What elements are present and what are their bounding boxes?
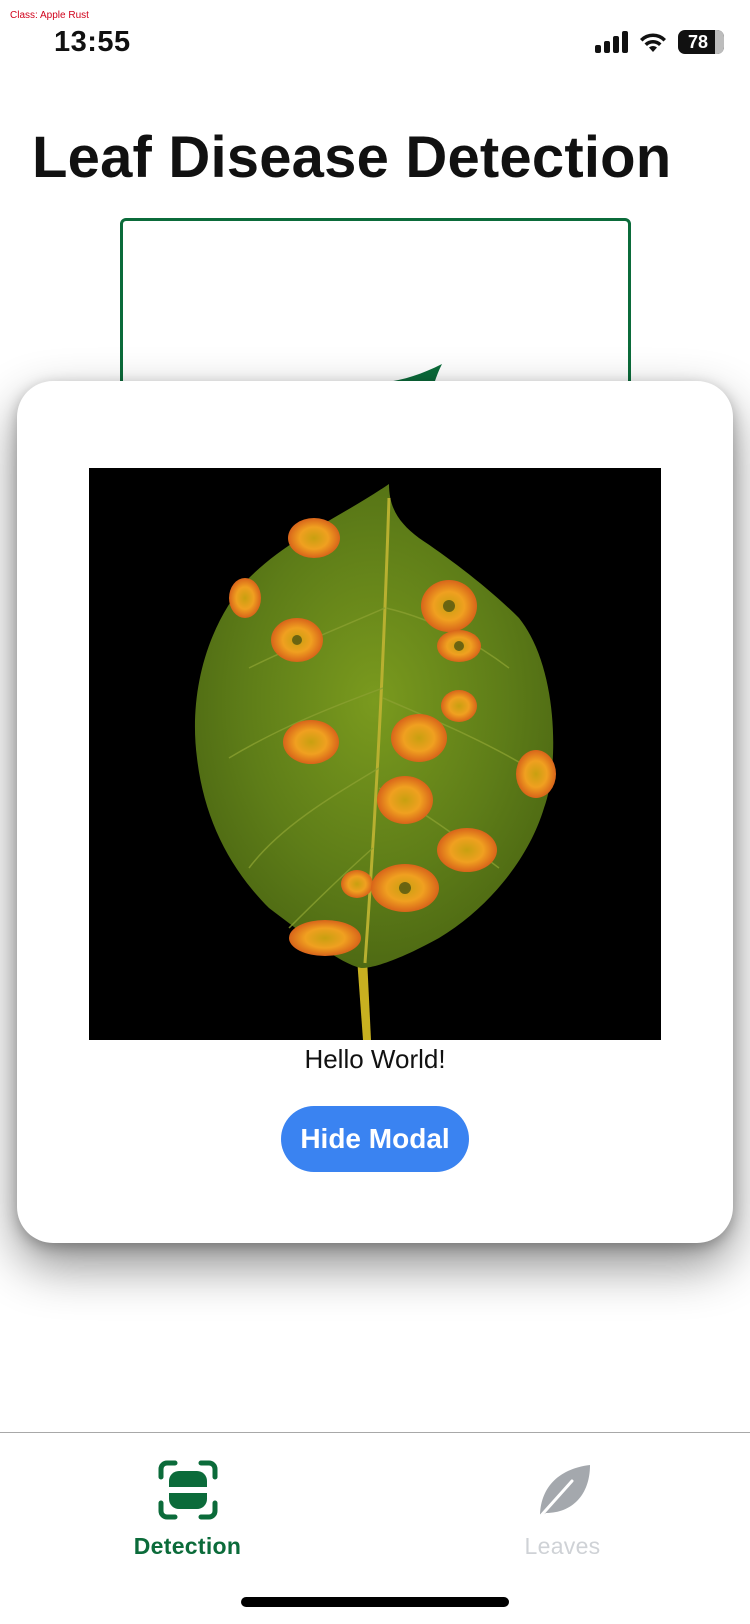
leaf-photo	[89, 468, 661, 1040]
tab-bar: Detection Leaves	[0, 1432, 750, 1624]
battery-level: 78	[687, 31, 709, 52]
leaf-icon	[536, 1465, 590, 1521]
wifi-icon	[638, 31, 668, 53]
result-modal: Hello World! Hide Modal	[17, 381, 733, 1243]
scan-icon	[158, 1460, 217, 1520]
cellular-signal-icon	[595, 31, 628, 53]
status-time: 13:55	[54, 26, 131, 58]
hide-modal-button[interactable]: Hide Modal	[281, 1106, 469, 1172]
tab-leaves[interactable]: Leaves	[375, 1433, 750, 1583]
tab-detection-label: Detection	[133, 1533, 242, 1559]
modal-message: Hello World!	[304, 1044, 446, 1074]
class-label: Class: Apple Rust	[10, 10, 89, 21]
status-indicators: 78	[595, 30, 724, 54]
page-title: Leaf Disease Detection	[32, 125, 672, 190]
tab-detection[interactable]: Detection	[0, 1433, 375, 1583]
app-screen: Class: Apple Rust 13:55 78 Leaf Disease …	[0, 0, 750, 1624]
tab-leaves-label: Leaves	[524, 1533, 601, 1559]
home-indicator	[241, 1597, 509, 1607]
battery-icon: 78	[678, 30, 724, 54]
